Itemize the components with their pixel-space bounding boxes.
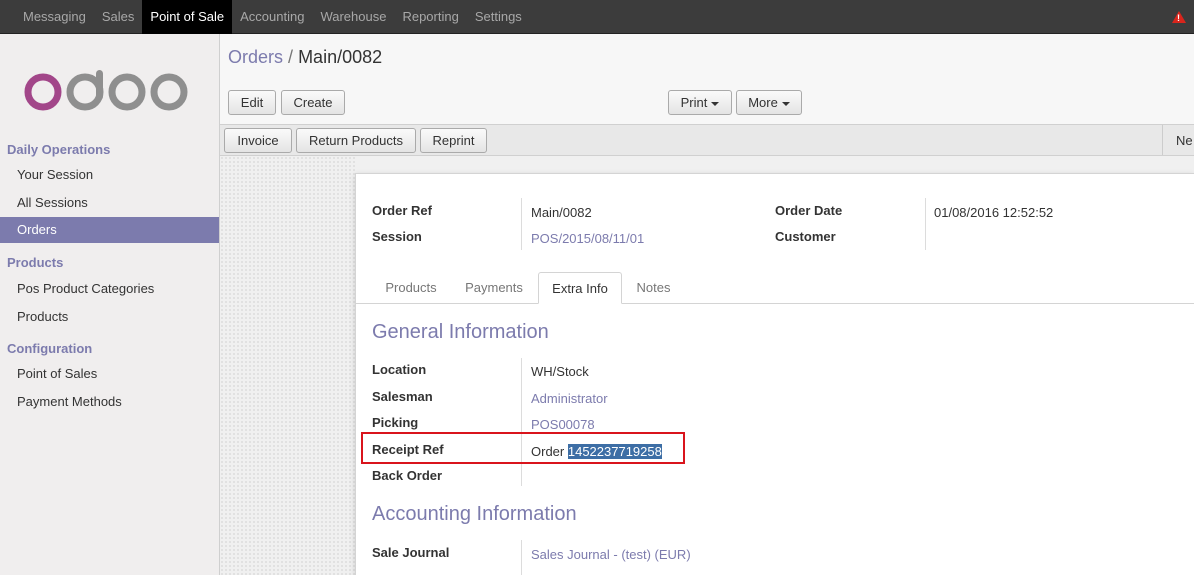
edit-button[interactable]: Edit (228, 90, 276, 115)
order-ref-value: Main/0082 (531, 205, 592, 220)
field-divider (521, 198, 522, 250)
location-label: Location (372, 362, 427, 377)
statusbar-divider (1162, 125, 1163, 155)
sidebar-item-products[interactable]: Products (0, 304, 219, 330)
session-label: Session (372, 229, 422, 244)
print-label: Print (680, 95, 708, 110)
background-pattern (220, 156, 356, 575)
tab-extra-info[interactable]: Extra Info (538, 272, 622, 304)
menu-point-of-sale[interactable]: Point of Sale (142, 0, 233, 34)
create-button[interactable]: Create (281, 90, 345, 115)
return-products-button[interactable]: Return Products (296, 128, 416, 153)
sidebar-item-pos-product-categories[interactable]: Pos Product Categories (0, 276, 219, 302)
menu-accounting[interactable]: Accounting (232, 0, 312, 34)
more-label: More (748, 95, 778, 110)
menu-reporting[interactable]: Reporting (394, 0, 466, 34)
more-button[interactable]: More (736, 90, 802, 115)
sale-journal-label: Sale Journal (372, 545, 450, 560)
sidebar-item-your-session[interactable]: Your Session (0, 162, 219, 188)
sidebar-item-all-sessions[interactable]: All Sessions (0, 190, 219, 216)
breadcrumb-current: Main/0082 (298, 47, 383, 67)
sale-journal-link[interactable]: Sales Journal - (test) (EUR) (531, 547, 691, 562)
general-information-title: General Information (372, 321, 549, 343)
tab-products[interactable]: Products (372, 272, 450, 304)
order-ref-label: Order Ref (372, 203, 432, 218)
top-menu: Messaging Sales Point of Sale Accounting… (15, 0, 530, 34)
caret-down-icon (781, 101, 790, 106)
invoice-button[interactable]: Invoice (224, 128, 292, 153)
caret-down-icon (711, 101, 720, 106)
session-link[interactable]: POS/2015/08/11/01 (531, 231, 644, 246)
location-value: WH/Stock (531, 364, 589, 379)
warning-triangle-icon[interactable]: ! (1172, 11, 1186, 23)
breadcrumb-orders-link[interactable]: Orders (228, 47, 283, 67)
accounting-information-title: Accounting Information (372, 503, 577, 525)
customer-label: Customer (775, 229, 836, 244)
sidebar: Daily Operations Your Session All Sessio… (0, 34, 220, 575)
order-date-label: Order Date (775, 203, 843, 218)
sidebar-section-configuration: Configuration (7, 341, 93, 356)
print-button[interactable]: Print (668, 90, 732, 115)
menu-messaging[interactable]: Messaging (15, 0, 94, 34)
breadcrumb: Orders / Main/0082 (228, 47, 382, 68)
field-divider (521, 358, 522, 486)
control-panel: Orders / Main/0082 Edit Create Print Mor… (220, 34, 1194, 124)
status-new-label: Ne (1176, 133, 1193, 148)
picking-label: Picking (372, 415, 419, 430)
menu-sales[interactable]: Sales (94, 0, 143, 34)
sidebar-item-point-of-sales[interactable]: Point of Sales (0, 361, 219, 387)
breadcrumb-separator: / (288, 47, 294, 67)
menu-warehouse[interactable]: Warehouse (312, 0, 394, 34)
highlight-annotation-box (361, 432, 685, 464)
odoo-logo[interactable] (24, 68, 194, 112)
order-date-value: 01/08/2016 12:52:52 (934, 205, 1054, 220)
menu-settings[interactable]: Settings (467, 0, 530, 34)
reprint-button[interactable]: Reprint (420, 128, 487, 153)
sidebar-item-orders[interactable]: Orders (0, 217, 219, 243)
salesman-label: Salesman (372, 389, 433, 404)
sidebar-section-daily-operations: Daily Operations (7, 142, 111, 157)
top-navbar: Messaging Sales Point of Sale Accounting… (0, 0, 1194, 34)
field-divider (925, 198, 926, 250)
sidebar-section-products: Products (7, 255, 64, 270)
salesman-link[interactable]: Administrator (531, 391, 608, 406)
back-order-label: Back Order (372, 468, 443, 483)
picking-link[interactable]: POS00078 (531, 417, 595, 432)
form-statusbar: Invoice Return Products Reprint Ne (220, 124, 1194, 156)
field-divider (521, 540, 522, 575)
tab-notes[interactable]: Notes (626, 272, 681, 304)
sidebar-item-payment-methods[interactable]: Payment Methods (0, 389, 219, 415)
tab-payments[interactable]: Payments (454, 272, 534, 304)
notebook-tabs: Products Payments Extra Info Notes (356, 272, 1194, 304)
